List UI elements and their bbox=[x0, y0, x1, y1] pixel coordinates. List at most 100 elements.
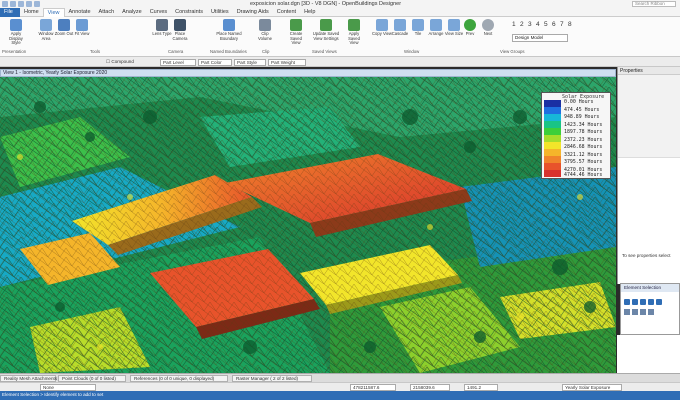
level-select[interactable]: Part Level bbox=[160, 59, 196, 66]
selection-method-tools bbox=[624, 309, 654, 315]
apply-display-style-button[interactable]: Apply Display Style bbox=[6, 19, 26, 46]
ribbon-search-input[interactable]: Search Ribbon bbox=[632, 1, 676, 7]
add-selection-icon[interactable] bbox=[632, 309, 638, 315]
level-combo[interactable]: None bbox=[40, 384, 96, 391]
fit-view-icon bbox=[76, 19, 88, 31]
legend-swatch-5 bbox=[544, 135, 561, 142]
select-all-icon[interactable] bbox=[656, 299, 662, 305]
select-block-icon[interactable] bbox=[632, 299, 638, 305]
z-coordinate-field[interactable]: 1491.2 bbox=[464, 384, 498, 391]
redo-icon[interactable] bbox=[34, 1, 40, 7]
new-selection-icon[interactable] bbox=[624, 309, 630, 315]
legend-value-1: 474.45 Hours bbox=[564, 106, 600, 113]
create-saved-view-button[interactable]: Create Saved View bbox=[286, 19, 306, 46]
bottom-panel-tabs: Reality Mesh Attachments Point Clouds (0… bbox=[0, 373, 680, 382]
title-bar: exposicion solar.dgn [3D - V8 DGN] - Ope… bbox=[0, 0, 680, 8]
x-coordinate-field[interactable]: 478211587.6 bbox=[350, 384, 396, 391]
tab-curves[interactable]: Curves bbox=[146, 8, 171, 17]
arrange-button[interactable]: Arrange bbox=[426, 19, 446, 37]
legend-value-4: 1897.78 Hours bbox=[564, 129, 603, 135]
tab-references[interactable]: References (0 of 0 unique, 0 displayed) bbox=[130, 375, 228, 382]
tab-help[interactable]: Help bbox=[300, 8, 319, 17]
display-style-select[interactable]: Yearly Solar Exposure bbox=[562, 384, 622, 391]
place-named-boundary-button[interactable]: Place Named Boundary bbox=[216, 19, 242, 41]
legend-swatch-4 bbox=[544, 128, 561, 135]
compound-checkbox[interactable]: ☐ Compound bbox=[106, 59, 134, 65]
view-7-button[interactable]: 7 bbox=[560, 21, 564, 28]
arrange-icon bbox=[430, 19, 442, 31]
tab-annotate[interactable]: Annotate bbox=[65, 8, 95, 17]
apply-saved-view-button[interactable]: Apply Saved View bbox=[344, 19, 364, 46]
subtract-selection-icon[interactable] bbox=[640, 309, 646, 315]
copy-view-icon bbox=[376, 19, 388, 31]
color-select[interactable]: Part Color bbox=[198, 59, 232, 66]
view-title-bar[interactable]: View 1 - Isometric, Yearly Solar Exposur… bbox=[0, 69, 616, 77]
view-8-button[interactable]: 8 bbox=[568, 21, 572, 28]
clip-volume-button[interactable]: Clip Volume bbox=[255, 19, 275, 41]
lens-type-button[interactable]: Lens Type bbox=[152, 19, 172, 37]
view-3-button[interactable]: 3 bbox=[528, 21, 532, 28]
group-label-tools: Tools bbox=[90, 49, 101, 54]
new-file-icon[interactable] bbox=[2, 1, 8, 7]
tab-reality-mesh[interactable]: Reality Mesh Attachments bbox=[0, 375, 57, 382]
element-selection-dialog: Element Selection bbox=[620, 283, 680, 335]
tab-view[interactable]: View bbox=[42, 8, 65, 17]
legend-swatch-9 bbox=[544, 163, 561, 170]
group-label-saved-views: Saved Views bbox=[312, 49, 337, 54]
save-icon[interactable] bbox=[18, 1, 24, 7]
status-message: Element Selection > Identify element to … bbox=[2, 392, 104, 397]
next-view-group-button[interactable]: Next bbox=[478, 19, 498, 37]
window-title: exposicion solar.dgn [3D - V8 DGN] - Ope… bbox=[250, 1, 402, 7]
legend-value-2: 948.89 Hours bbox=[564, 114, 600, 120]
legend-value-3: 1423.34 Hours bbox=[564, 121, 603, 128]
tab-analyze[interactable]: Analyze bbox=[118, 8, 146, 17]
view-4-button[interactable]: 4 bbox=[536, 21, 540, 28]
tab-home[interactable]: Home bbox=[20, 8, 43, 17]
tab-drawing-aids[interactable]: Drawing Aids bbox=[233, 8, 273, 17]
status-bar: Element Selection > Identify element to … bbox=[0, 391, 680, 400]
tab-attach[interactable]: Attach bbox=[95, 8, 119, 17]
legend-value-8: 3795.57 Hours bbox=[564, 159, 603, 165]
zoom-out-button[interactable]: Zoom Out bbox=[54, 19, 74, 37]
select-shape-icon[interactable] bbox=[640, 299, 646, 305]
view-2-button[interactable]: 2 bbox=[520, 21, 524, 28]
update-saved-view-button[interactable]: Update Saved View Settings bbox=[312, 19, 340, 41]
group-label-view-groups: View Groups bbox=[500, 49, 525, 54]
zoom-out-icon bbox=[58, 19, 70, 31]
quick-access-toolbar[interactable] bbox=[2, 1, 40, 7]
tab-file[interactable]: File bbox=[0, 8, 20, 17]
select-line-icon[interactable] bbox=[648, 299, 654, 305]
invert-selection-icon[interactable] bbox=[648, 309, 654, 315]
place-camera-button[interactable]: Place Camera bbox=[170, 19, 190, 41]
prev-view-group-button[interactable]: Prev bbox=[460, 19, 480, 37]
window-area-button[interactable]: Window Area bbox=[36, 19, 56, 41]
y-coordinate-field[interactable]: 2158039.6 bbox=[410, 384, 450, 391]
design-model-select[interactable]: Design Model bbox=[512, 34, 568, 42]
tab-point-clouds[interactable]: Point Clouds (0 of 0 listed) bbox=[58, 375, 126, 382]
tab-utilities[interactable]: Utilities bbox=[207, 8, 233, 17]
element-selection-title: Element Selection bbox=[621, 284, 679, 292]
fit-view-button[interactable]: Fit View bbox=[72, 19, 92, 37]
view-6-button[interactable]: 6 bbox=[552, 21, 556, 28]
tile-button[interactable]: Tile bbox=[408, 19, 428, 37]
open-file-icon[interactable] bbox=[10, 1, 16, 7]
legend-value-10: 4744.46 Hours bbox=[564, 172, 603, 178]
solar-exposure-legend: Solar Exposure 0.00 Hours 474.45 Hours 9… bbox=[541, 92, 611, 179]
properties-empty-message: To see properties select bbox=[622, 253, 671, 258]
undo-icon[interactable] bbox=[26, 1, 32, 7]
view-1-viewport[interactable] bbox=[0, 77, 616, 373]
view-5-button[interactable]: 5 bbox=[544, 21, 548, 28]
right-panel-area bbox=[617, 335, 680, 373]
copy-view-button[interactable]: Copy View bbox=[372, 19, 392, 37]
tab-constraints[interactable]: Constraints bbox=[171, 8, 207, 17]
view-1-button[interactable]: 1 bbox=[512, 21, 516, 28]
group-label-presentation: Presentation bbox=[2, 49, 27, 54]
cascade-button[interactable]: Cascade bbox=[390, 19, 410, 37]
clip-volume-icon bbox=[259, 19, 271, 31]
coordinates-bar: None 478211587.6 2158039.6 1491.2 Yearly… bbox=[0, 382, 680, 391]
weight-select[interactable]: Part Weight bbox=[268, 59, 306, 66]
select-element-icon[interactable] bbox=[624, 299, 630, 305]
style-select[interactable]: Part Style bbox=[234, 59, 266, 66]
tab-content[interactable]: Content bbox=[273, 8, 300, 17]
tab-raster-manager[interactable]: Raster Manager ( 2 of 2 listed) bbox=[232, 375, 312, 382]
